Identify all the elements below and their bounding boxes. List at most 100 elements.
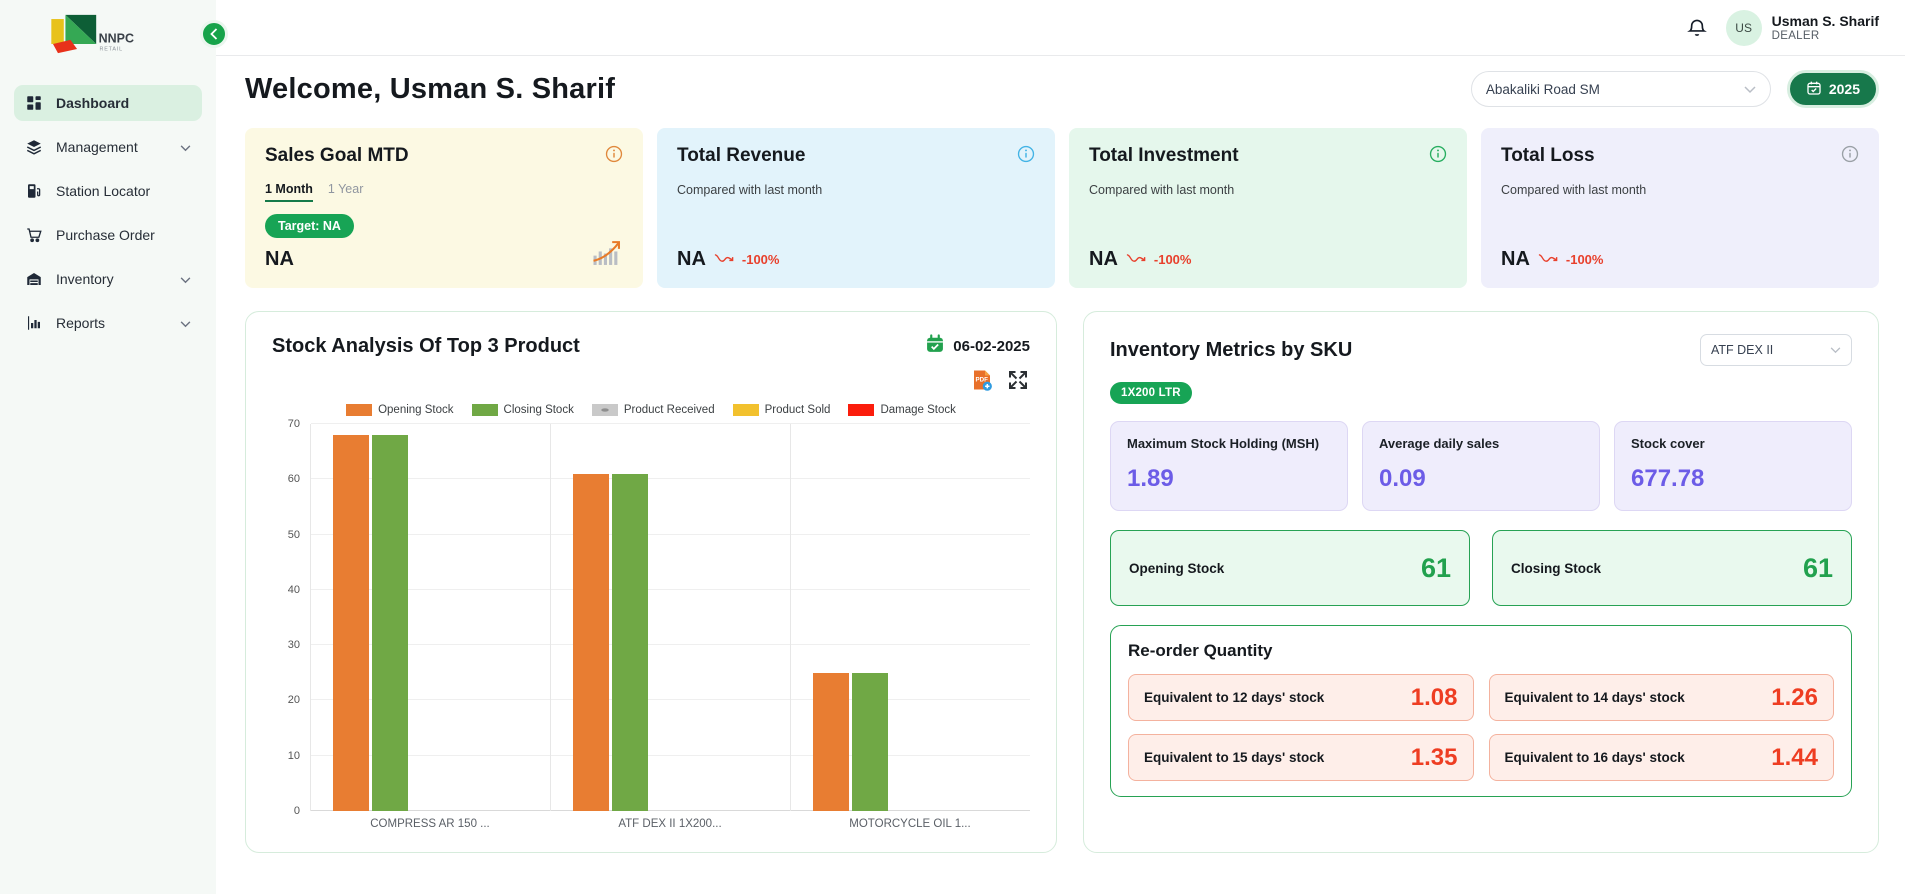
sidebar-item-dashboard[interactable]: Dashboard [14, 85, 202, 121]
sidebar-item-label: Inventory [56, 271, 114, 287]
bar-opening-stock[interactable] [333, 435, 369, 811]
user-menu[interactable]: US Usman S. Sharif DEALER [1725, 9, 1879, 46]
total-loss-card: Total Loss Compared with last month NA -… [1481, 128, 1879, 288]
sidebar-item-inventory[interactable]: Inventory [14, 261, 202, 297]
fullscreen-icon[interactable] [1006, 368, 1030, 392]
trend-down-icon [1126, 251, 1146, 269]
opening-stock-card: Opening Stock 61 [1110, 530, 1470, 606]
chart-x-axis: COMPRESS AR 150 ... ATF DEX II 1X200... MO… [310, 818, 1030, 830]
notification-bell-icon[interactable] [1686, 17, 1708, 39]
total-revenue-card: Total Revenue Compared with last month N… [657, 128, 1055, 288]
legend-item[interactable]: Closing Stock [471, 404, 574, 416]
bar-closing-stock[interactable] [372, 435, 408, 811]
sidebar-item-reports[interactable]: Reports [14, 305, 202, 341]
reorder-card-14-days: Equivalent to 14 days' stock 1.26 [1488, 674, 1834, 721]
compare-text: Compared with last month [1089, 183, 1235, 197]
chevron-down-icon [180, 315, 191, 331]
metric-card-avg-daily-sales: Average daily sales 0.09 [1362, 421, 1600, 511]
bar-opening-stock[interactable] [813, 672, 849, 811]
target-badge: Target: NA [265, 214, 354, 238]
page-title: Welcome, Usman S. Sharif [245, 72, 616, 105]
sidebar-item-label: Reports [56, 315, 106, 331]
bar-opening-stock[interactable] [573, 473, 609, 811]
chart-plot-area [310, 423, 1030, 811]
legend-swatch [848, 404, 875, 416]
info-icon[interactable] [1429, 145, 1447, 163]
tab-1-year[interactable]: 1 Year [328, 182, 363, 202]
bar-closing-stock[interactable] [612, 473, 648, 811]
topbar: US Usman S. Sharif DEALER [216, 0, 1905, 56]
y-tick-label: 10 [287, 749, 300, 762]
legend-swatch [591, 404, 618, 416]
stock-label: Opening Stock [1129, 560, 1225, 576]
sidebar: NNPC RETAIL Dashboard Management Station… [0, 0, 216, 894]
y-tick-label: 70 [287, 418, 300, 430]
legend-item[interactable]: Product Sold [732, 404, 830, 416]
sku-select-value: ATF DEX II [1711, 343, 1774, 357]
card-title: Total Revenue [677, 145, 806, 166]
reorder-value: 1.26 [1771, 683, 1818, 711]
sidebar-menu: Dashboard Management Station Locator Pur… [0, 85, 216, 341]
legend-label: Closing Stock [503, 404, 574, 416]
metric-label: Stock cover [1631, 436, 1705, 451]
sidebar-collapse-button[interactable] [200, 20, 228, 48]
info-icon[interactable] [1017, 145, 1035, 163]
date-picker[interactable]: 06-02-2025 [925, 334, 1030, 358]
card-title: Total Investment [1089, 145, 1239, 166]
sidebar-item-label: Purchase Order [56, 227, 155, 243]
legend-swatch [732, 404, 759, 416]
chevron-down-icon [180, 271, 191, 287]
grid-icon [25, 94, 43, 112]
station-select[interactable]: Abakaliki Road SM [1470, 71, 1771, 107]
bar-chart-icon [25, 314, 43, 332]
year-picker-button[interactable]: 2025 [1786, 70, 1879, 108]
legend-item[interactable]: Product Received [591, 404, 715, 416]
tab-1-month[interactable]: 1 Month [265, 182, 313, 202]
panel-title: Stock Analysis Of Top 3 Product [272, 334, 580, 357]
kpi-delta: -100% [741, 252, 780, 267]
x-tick-label: COMPRESS AR 150 ... [370, 818, 490, 830]
legend-item[interactable]: Opening Stock [346, 404, 454, 416]
closing-stock-card: Closing Stock 61 [1492, 530, 1852, 606]
sku-select[interactable]: ATF DEX II [1700, 334, 1852, 366]
metric-label: Maximum Stock Holding (MSH) [1127, 436, 1320, 451]
station-select-value: Abakaliki Road SM [1485, 81, 1600, 97]
y-tick-label: 60 [287, 473, 300, 486]
export-pdf-icon[interactable]: PDF [970, 368, 994, 392]
reorder-title: Re-order Quantity [1128, 641, 1273, 660]
reorder-card-15-days: Equivalent to 15 days' stock 1.35 [1128, 734, 1474, 781]
reorder-label: Equivalent to 14 days' stock [1504, 690, 1685, 705]
info-icon[interactable] [1841, 145, 1859, 163]
y-tick-label: 40 [287, 583, 300, 596]
info-icon[interactable] [605, 145, 623, 163]
chevron-down-icon [180, 139, 191, 155]
chevron-down-icon [1744, 82, 1756, 97]
sales-goal-value: NA [265, 248, 294, 270]
y-tick-label: 30 [287, 639, 300, 652]
sku-badge: 1X200 LTR [1110, 382, 1192, 404]
metric-card-msh: Maximum Stock Holding (MSH) 1.89 [1110, 421, 1348, 511]
legend-swatch [346, 404, 373, 416]
legend-item[interactable]: Damage Stock [848, 404, 956, 416]
reorder-value: 1.35 [1410, 743, 1458, 771]
avatar: US [1725, 9, 1762, 46]
reorder-card-12-days: Equivalent to 12 days' stock 1.08 [1128, 674, 1474, 721]
kpi-delta: -100% [1153, 252, 1192, 267]
sidebar-item-management[interactable]: Management [14, 129, 202, 165]
kpi-delta: -100% [1565, 252, 1604, 267]
reorder-label: Equivalent to 12 days' stock [1144, 690, 1325, 705]
sidebar-item-purchase-order[interactable]: Purchase Order [14, 217, 202, 253]
trend-down-icon [1538, 251, 1558, 269]
fuel-pump-icon [25, 182, 43, 200]
kpi-value: NA [1501, 248, 1530, 270]
compare-text: Compared with last month [677, 183, 823, 197]
metric-card-stock-cover: Stock cover 677.78 [1614, 421, 1852, 511]
reorder-card-16-days: Equivalent to 16 days' stock 1.44 [1488, 734, 1834, 781]
sidebar-item-label: Dashboard [56, 95, 130, 111]
stocks-row: Opening Stock 61 Closing Stock 61 [1110, 530, 1852, 606]
stock-analysis-chart: 0 10 20 30 40 50 60 70 [272, 418, 1030, 817]
reorder-quantity-section: Re-order Quantity Equivalent to 12 days'… [1110, 625, 1852, 797]
stock-value: 61 [1802, 552, 1833, 583]
sidebar-item-station-locator[interactable]: Station Locator [14, 173, 202, 209]
bar-closing-stock[interactable] [852, 672, 888, 811]
